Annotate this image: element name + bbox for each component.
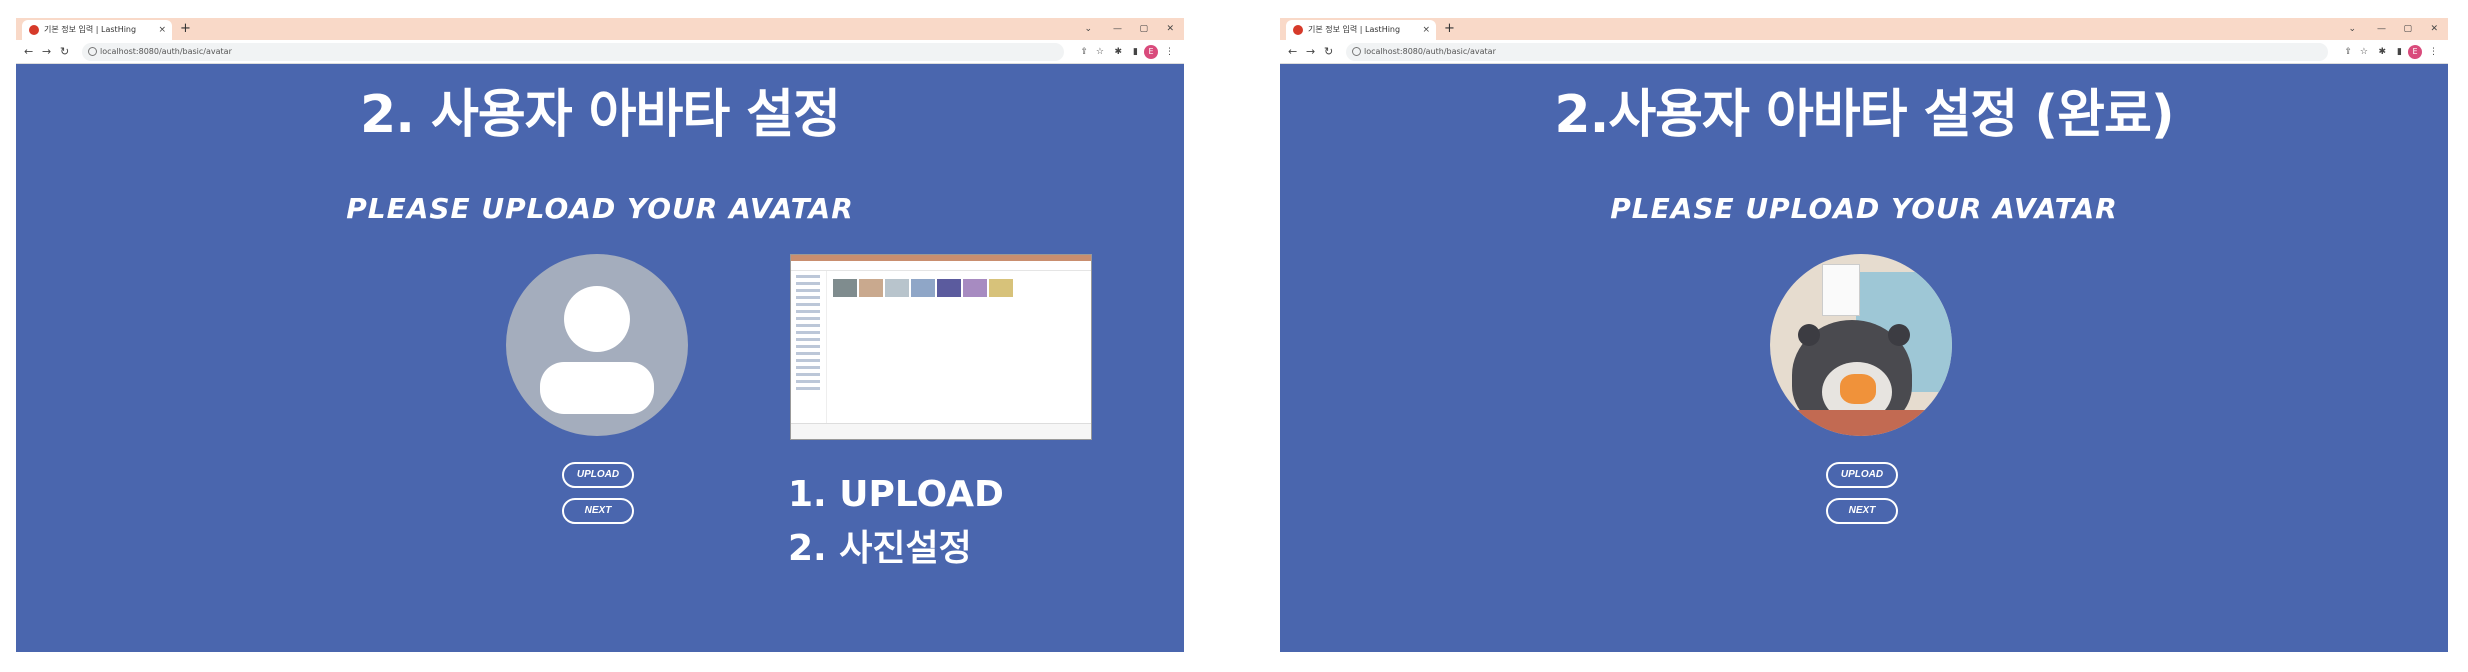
address-bar[interactable]: localhost:8080/auth/basic/avatar <box>1346 43 2328 61</box>
step-item: 2. 사진설정 <box>788 528 972 569</box>
maximize-button[interactable]: ▢ <box>1139 18 1148 40</box>
url-text: localhost:8080/auth/basic/avatar <box>1364 47 1496 56</box>
forward-icon[interactable]: → <box>42 43 51 61</box>
avatar-bg-paper <box>1822 264 1860 316</box>
menu-icon[interactable]: ⋮ <box>2429 43 2438 61</box>
tab-strip: 기본 정보 입력 | LastHing × + ⌄ — ▢ ✕ <box>1280 18 2448 40</box>
sidepanel-icon[interactable]: ▮ <box>1133 43 1138 61</box>
info-icon[interactable] <box>1352 47 1361 56</box>
image-thumbnail[interactable] <box>859 279 883 297</box>
reload-icon[interactable]: ↻ <box>60 43 69 61</box>
page-content: 2. 사용자 아바타 설정 PLEASE UPLOAD YOUR AVATAR … <box>16 64 1184 652</box>
maximize-button[interactable]: ▢ <box>2403 18 2412 40</box>
share-icon[interactable]: ⇪ <box>2344 43 2352 61</box>
site-favicon-icon <box>1293 25 1303 35</box>
tab-title: 기본 정보 입력 | LastHing <box>44 25 137 34</box>
tab-search-chevron-icon[interactable]: ⌄ <box>1084 18 1092 40</box>
upload-button[interactable]: UPLOAD <box>1826 462 1898 488</box>
screenshot-upload-complete: 기본 정보 입력 | LastHing × + ⌄ — ▢ ✕ ← → ↻ lo… <box>1280 18 2448 652</box>
image-thumbnail[interactable] <box>963 279 987 297</box>
screenshot-upload-step: 기본 정보 입력 | LastHing × + ⌄ — ▢ ✕ ← → ↻ lo… <box>16 18 1184 652</box>
dialog-sidebar <box>791 271 827 423</box>
address-toolbar: ← → ↻ localhost:8080/auth/basic/avatar ⇪… <box>1280 40 2448 64</box>
tab-active[interactable]: 기본 정보 입력 | LastHing × <box>1286 20 1436 40</box>
share-icon[interactable]: ⇪ <box>1080 43 1088 61</box>
dialog-footer <box>791 423 1091 439</box>
address-bar[interactable]: localhost:8080/auth/basic/avatar <box>82 43 1064 61</box>
close-window-button[interactable]: ✕ <box>2430 18 2438 40</box>
extensions-icon[interactable]: ✱ <box>2378 43 2386 61</box>
next-button[interactable]: NEXT <box>1826 498 1898 524</box>
image-thumbnail[interactable] <box>833 279 857 297</box>
image-thumbnail[interactable] <box>989 279 1013 297</box>
page-title: 2.사용자 아바타 설정 (완료) <box>1554 85 2174 145</box>
tab-active[interactable]: 기본 정보 입력 | LastHing × <box>22 20 172 40</box>
avatar-ear <box>1798 324 1820 346</box>
file-picker-dialog <box>790 254 1092 440</box>
star-icon[interactable]: ☆ <box>2360 43 2368 61</box>
address-toolbar: ← → ↻ localhost:8080/auth/basic/avatar ⇪… <box>16 40 1184 64</box>
avatar-image[interactable] <box>1770 254 1952 436</box>
profile-avatar[interactable]: E <box>2408 45 2422 59</box>
upload-button[interactable]: UPLOAD <box>562 462 634 488</box>
upload-prompt: PLEASE UPLOAD YOUR AVATAR <box>346 192 854 225</box>
extensions-icon[interactable]: ✱ <box>1114 43 1122 61</box>
dialog-thumbnails <box>833 279 1015 301</box>
menu-icon[interactable]: ⋮ <box>1165 43 1174 61</box>
new-tab-button[interactable]: + <box>180 20 191 38</box>
back-icon[interactable]: ← <box>1288 43 1297 61</box>
avatar-placeholder[interactable] <box>506 254 688 436</box>
back-icon[interactable]: ← <box>24 43 33 61</box>
person-head-icon <box>564 286 630 352</box>
minimize-button[interactable]: — <box>2377 18 2386 40</box>
tab-close-icon[interactable]: × <box>158 20 166 40</box>
image-thumbnail[interactable] <box>937 279 961 297</box>
step-list: 1. UPLOAD 2. 사진설정 <box>788 468 1004 576</box>
tab-title: 기본 정보 입력 | LastHing <box>1308 25 1401 34</box>
close-window-button[interactable]: ✕ <box>1166 18 1174 40</box>
new-tab-button[interactable]: + <box>1444 20 1455 38</box>
url-text: localhost:8080/auth/basic/avatar <box>100 47 232 56</box>
page-title: 2. 사용자 아바타 설정 <box>360 85 841 145</box>
upload-prompt: PLEASE UPLOAD YOUR AVATAR <box>1610 192 2118 225</box>
forward-icon[interactable]: → <box>1306 43 1315 61</box>
tab-strip: 기본 정보 입력 | LastHing × + ⌄ — ▢ ✕ <box>16 18 1184 40</box>
tab-close-icon[interactable]: × <box>1422 20 1430 40</box>
person-body-icon <box>540 362 654 414</box>
star-icon[interactable]: ☆ <box>1096 43 1104 61</box>
step-item: 1. UPLOAD <box>788 474 1004 515</box>
avatar-snack <box>1840 374 1876 404</box>
image-thumbnail[interactable] <box>911 279 935 297</box>
avatar-table <box>1770 410 1952 436</box>
reload-icon[interactable]: ↻ <box>1324 43 1333 61</box>
site-favicon-icon <box>29 25 39 35</box>
tab-search-chevron-icon[interactable]: ⌄ <box>2348 18 2356 40</box>
next-button[interactable]: NEXT <box>562 498 634 524</box>
profile-avatar[interactable]: E <box>1144 45 1158 59</box>
image-thumbnail[interactable] <box>885 279 909 297</box>
info-icon[interactable] <box>88 47 97 56</box>
minimize-button[interactable]: — <box>1113 18 1122 40</box>
dialog-menubar <box>791 261 1091 271</box>
sidepanel-icon[interactable]: ▮ <box>2397 43 2402 61</box>
page-content: 2.사용자 아바타 설정 (완료) PLEASE UPLOAD YOUR AVA… <box>1280 64 2448 652</box>
avatar-ear <box>1888 324 1910 346</box>
